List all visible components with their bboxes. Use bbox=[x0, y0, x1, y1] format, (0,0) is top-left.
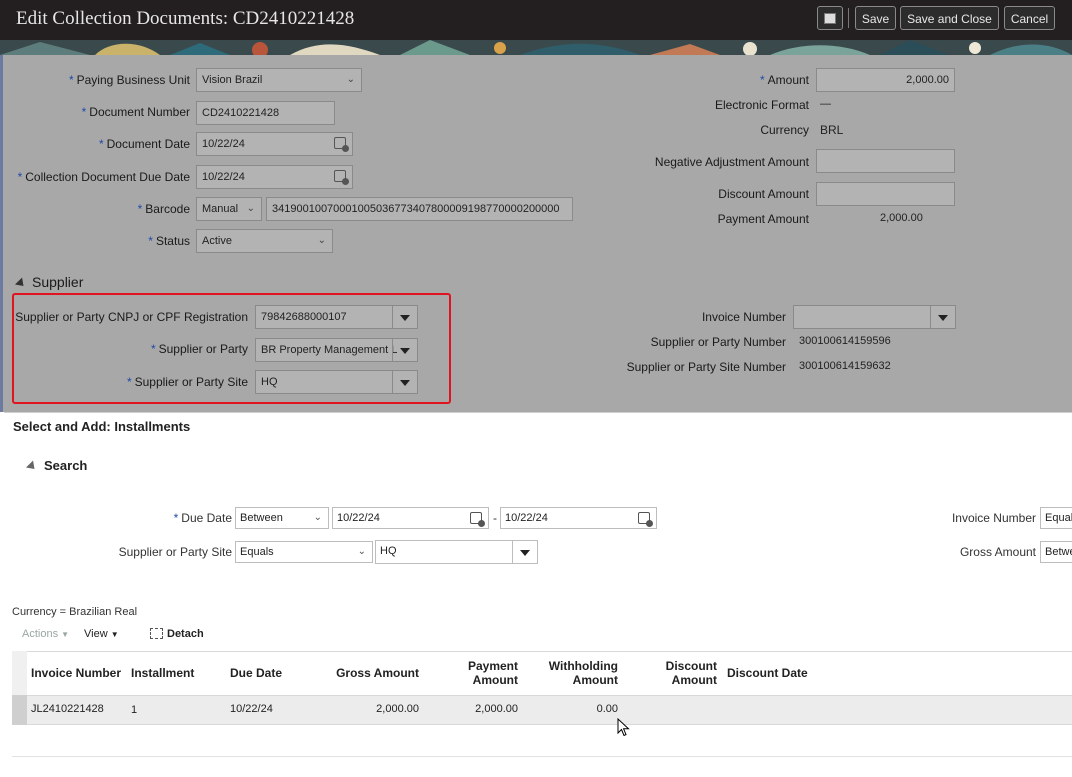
table-top-border bbox=[12, 651, 1072, 652]
cell-gross-amount: 2,000.00 bbox=[376, 703, 419, 715]
due-date-input[interactable]: 10/22/24 bbox=[196, 165, 353, 189]
save-button[interactable]: Save bbox=[855, 6, 896, 30]
status-select[interactable]: Active ⌄ bbox=[196, 229, 333, 253]
amount-label: * Amount bbox=[759, 73, 809, 87]
row-header-column bbox=[12, 651, 27, 695]
range-separator: - bbox=[493, 511, 497, 525]
table-bottom-border bbox=[12, 756, 1072, 757]
collapse-triangle-icon bbox=[14, 277, 28, 290]
site-number-label: Supplier or Party Site Number bbox=[626, 360, 786, 374]
calendar-icon[interactable] bbox=[638, 512, 653, 527]
left-edge-strip bbox=[0, 55, 3, 412]
header-separator bbox=[848, 8, 849, 28]
payment-amount-value: 2,000.00 bbox=[880, 212, 923, 224]
chevron-down-icon: ⌄ bbox=[357, 546, 366, 557]
due-date-search-label: * Due Date bbox=[173, 511, 232, 525]
currency-label: Currency bbox=[760, 123, 809, 137]
document-date-input[interactable]: 10/22/24 bbox=[196, 132, 353, 156]
party-number-label: Supplier or Party Number bbox=[650, 335, 786, 349]
document-date-label: * Document Date bbox=[98, 137, 190, 151]
paying-bu-select[interactable]: Vision Brazil ⌄ bbox=[196, 68, 362, 92]
site-search-label: Supplier or Party Site bbox=[118, 545, 232, 559]
site-search-input[interactable]: HQ bbox=[375, 540, 538, 564]
due-date-operator-select[interactable]: Between ⌄ bbox=[235, 507, 329, 529]
detach-icon bbox=[150, 627, 163, 639]
panel-toggle-button[interactable] bbox=[817, 6, 843, 30]
detach-button[interactable]: Detach bbox=[150, 627, 204, 640]
column-header-withholding-amount[interactable]: Withholding Amount bbox=[549, 659, 618, 687]
cell-installment: 1 bbox=[131, 704, 138, 716]
chevron-down-icon: ⌄ bbox=[346, 74, 355, 85]
table-row[interactable] bbox=[12, 695, 1072, 725]
save-and-close-button[interactable]: Save and Close bbox=[900, 6, 999, 30]
dropdown-triangle-icon: ▼ bbox=[61, 630, 70, 639]
calendar-icon[interactable] bbox=[334, 170, 349, 185]
negative-adjustment-label: Negative Adjustment Amount bbox=[654, 155, 809, 169]
party-number-value: 300100614159596 bbox=[799, 335, 891, 347]
chevron-down-icon: ⌄ bbox=[246, 203, 255, 214]
cancel-button[interactable]: Cancel bbox=[1004, 6, 1055, 30]
view-menu[interactable]: View ▼ bbox=[84, 628, 119, 640]
chevron-down-icon: ⌄ bbox=[313, 512, 322, 523]
site-operator-select[interactable]: Equals ⌄ bbox=[235, 541, 373, 563]
header-decoration bbox=[0, 40, 1072, 55]
invoice-number-operator-select[interactable]: Equals bbox=[1040, 507, 1072, 529]
site-number-value: 300100614159632 bbox=[799, 360, 891, 372]
page-title: Edit Collection Documents: CD2410221428 bbox=[16, 8, 355, 29]
invoice-number-label: Invoice Number bbox=[701, 310, 786, 324]
invoice-number-input[interactable] bbox=[793, 305, 956, 329]
due-date-to-input[interactable]: 10/22/24 bbox=[500, 507, 657, 529]
dialog-title: Select and Add: Installments bbox=[13, 419, 191, 434]
cell-invoice-number: JL2410221428 bbox=[31, 703, 104, 715]
actions-menu[interactable]: Actions ▼ bbox=[22, 628, 69, 640]
calendar-icon[interactable] bbox=[334, 137, 349, 152]
document-number-label: * Document Number bbox=[81, 105, 190, 119]
discount-amount-input[interactable] bbox=[816, 182, 955, 206]
dropdown-triangle-icon: ▼ bbox=[110, 630, 119, 639]
barcode-input[interactable]: 3419001007000100503677340780000919877000… bbox=[266, 197, 573, 221]
payment-amount-label: Payment Amount bbox=[717, 212, 809, 226]
gross-amount-operator-select[interactable]: Betwe bbox=[1040, 541, 1072, 563]
barcode-type-select[interactable]: Manual ⌄ bbox=[196, 197, 262, 221]
row-selector[interactable] bbox=[12, 695, 27, 725]
mouse-cursor-icon bbox=[617, 718, 630, 737]
column-header-discount-amount[interactable]: Discount Amount bbox=[666, 659, 717, 687]
negative-adjustment-input[interactable] bbox=[816, 149, 955, 173]
electronic-format-label: Electronic Format bbox=[714, 98, 809, 112]
cell-due-date: 10/22/24 bbox=[230, 703, 273, 715]
cell-payment-amount: 2,000.00 bbox=[475, 703, 518, 715]
highlight-box bbox=[12, 293, 451, 404]
supplier-section-header[interactable]: Supplier bbox=[14, 274, 83, 290]
due-date-label: * Collection Document Due Date bbox=[17, 170, 190, 184]
amount-input[interactable]: 2,000.00 bbox=[816, 68, 955, 92]
status-label: * Status bbox=[148, 234, 190, 248]
chevron-down-icon: ⌄ bbox=[317, 235, 326, 246]
gross-amount-search-label: Gross Amount bbox=[959, 545, 1036, 559]
currency-value: BRL bbox=[820, 123, 844, 137]
column-header-installment[interactable]: Installment bbox=[131, 666, 194, 680]
due-date-from-input[interactable]: 10/22/24 bbox=[332, 507, 489, 529]
column-header-due-date[interactable]: Due Date bbox=[230, 666, 282, 680]
invoice-number-search-label: Invoice Number bbox=[951, 511, 1036, 525]
electronic-format-value: — bbox=[820, 98, 831, 110]
calendar-icon[interactable] bbox=[470, 512, 485, 527]
column-header-discount-date[interactable]: Discount Date bbox=[727, 666, 808, 680]
dropdown-arrow-icon[interactable] bbox=[512, 541, 537, 563]
discount-amount-label: Discount Amount bbox=[718, 187, 809, 201]
column-header-gross-amount[interactable]: Gross Amount bbox=[336, 666, 419, 680]
barcode-label: * Barcode bbox=[137, 202, 190, 216]
currency-note: Currency = Brazilian Real bbox=[12, 606, 138, 618]
collapse-triangle-icon bbox=[25, 460, 39, 473]
cell-withholding-amount: 0.00 bbox=[596, 703, 618, 715]
panel-icon bbox=[824, 13, 836, 25]
search-section-header[interactable]: Search bbox=[25, 458, 87, 473]
column-header-invoice-number[interactable]: Invoice Number bbox=[31, 666, 121, 680]
paying-bu-label: * Paying Business Unit bbox=[68, 73, 190, 87]
column-header-payment-amount[interactable]: Payment Amount bbox=[468, 659, 518, 687]
document-number-input[interactable]: CD2410221428 bbox=[196, 101, 335, 125]
dropdown-arrow-icon[interactable] bbox=[930, 306, 955, 328]
